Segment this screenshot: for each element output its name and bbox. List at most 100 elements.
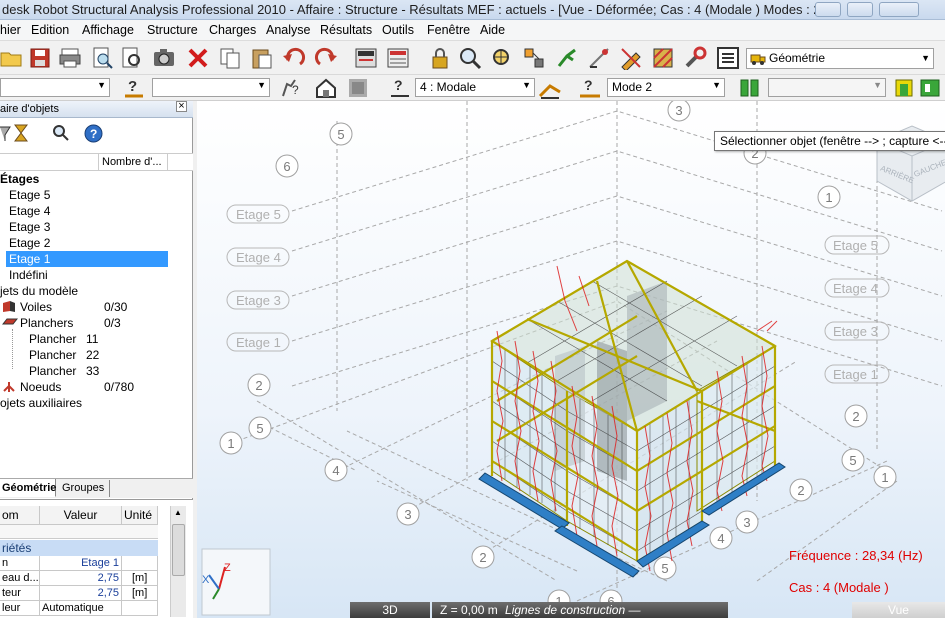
house-view-icon[interactable] bbox=[314, 76, 338, 100]
hourglass-icon[interactable] bbox=[12, 123, 30, 143]
menu-fichier[interactable]: hier bbox=[0, 23, 21, 37]
tree-node-indefini[interactable]: Indéfini bbox=[9, 268, 48, 282]
tree-node-etage2[interactable]: Etage 2 bbox=[9, 236, 50, 250]
tree-node-etage5[interactable]: Etage 5 bbox=[9, 188, 50, 202]
storey-label-right-4: Etage 4 bbox=[833, 281, 878, 296]
close-icon[interactable]: × bbox=[176, 101, 187, 112]
tab-geometrie[interactable]: Géométrie bbox=[0, 479, 56, 497]
mode-combo[interactable]: Mode 2 ▼ bbox=[607, 78, 725, 97]
slab-icon bbox=[2, 318, 18, 325]
menu-structure[interactable]: Structure bbox=[147, 23, 198, 37]
multi-view-icon[interactable] bbox=[738, 76, 762, 100]
print-icon[interactable] bbox=[58, 46, 82, 70]
query-hand-icon[interactable]: ? bbox=[278, 76, 302, 100]
column-header-count[interactable]: Nombre d'... bbox=[98, 154, 168, 171]
menu-resultats[interactable]: Résultats bbox=[320, 23, 372, 37]
menu-affichage[interactable]: Affichage bbox=[82, 23, 134, 37]
menu-aide[interactable]: Aide bbox=[480, 23, 505, 37]
section-proprietes[interactable]: riétés bbox=[0, 540, 158, 556]
view-mode-tab[interactable]: 3D bbox=[350, 602, 430, 618]
tree-node-plancher-2[interactable]: Plancher bbox=[29, 348, 76, 362]
structure-combo[interactable]: ▼ bbox=[0, 78, 110, 97]
selection-combo[interactable]: ▼ bbox=[152, 78, 270, 97]
case-combo[interactable]: 4 : Modale ▼ bbox=[415, 78, 535, 97]
undo-icon[interactable] bbox=[282, 46, 306, 70]
tree-node-etage4[interactable]: Etage 4 bbox=[9, 204, 50, 218]
chevron-down-icon: ▼ bbox=[921, 53, 930, 63]
title-bar: desk Robot Structural Analysis Professio… bbox=[0, 0, 945, 20]
zoom-window-icon[interactable] bbox=[490, 46, 514, 70]
search-icon[interactable] bbox=[52, 124, 70, 142]
zoom-icon[interactable] bbox=[458, 46, 482, 70]
tree-row-selected[interactable]: Etage 1 bbox=[6, 251, 168, 267]
copy-icon[interactable] bbox=[218, 46, 242, 70]
maximize-button[interactable] bbox=[847, 2, 873, 17]
menu-edition[interactable]: Edition bbox=[31, 23, 69, 37]
results-table-icon[interactable] bbox=[386, 46, 410, 70]
menu-outils[interactable]: Outils bbox=[382, 23, 414, 37]
tree-node-voiles[interactable]: Voiles bbox=[20, 300, 52, 314]
measure-icon[interactable] bbox=[587, 46, 611, 70]
help-icon[interactable]: ? bbox=[84, 124, 103, 143]
construction-level-bar[interactable]: Z = 0,00 m Lignes de construction — bbox=[432, 602, 728, 618]
wall-icon bbox=[3, 301, 15, 312]
col-header-unite[interactable]: Unité bbox=[122, 506, 158, 525]
structure-model-icon[interactable] bbox=[522, 46, 546, 70]
tree-node-etages[interactable]: Étages bbox=[0, 172, 39, 186]
layout-icon[interactable] bbox=[716, 46, 740, 70]
prop-value-1[interactable]: Etage 1 bbox=[40, 556, 122, 571]
delete-icon[interactable] bbox=[186, 46, 210, 70]
paste-icon[interactable] bbox=[250, 46, 274, 70]
3d-viewport[interactable]: Etage 5 Etage 4 Etage 3 Etage 1 Etage 5 … bbox=[197, 101, 945, 618]
properties-scrollbar[interactable]: ▲ bbox=[170, 506, 186, 617]
redo-icon[interactable] bbox=[314, 46, 338, 70]
lock-icon[interactable] bbox=[428, 46, 452, 70]
attribute-combo[interactable]: ▼ bbox=[768, 78, 886, 97]
print-preview-icon[interactable] bbox=[90, 46, 114, 70]
plancher-2-id: 22 bbox=[86, 348, 100, 362]
save-icon[interactable] bbox=[28, 46, 52, 70]
prop-value-3[interactable]: 2,75 bbox=[40, 586, 122, 601]
grid-view-icon[interactable] bbox=[346, 76, 370, 100]
scroll-up-icon[interactable]: ▲ bbox=[174, 508, 182, 517]
screen-capture-icon[interactable] bbox=[152, 46, 176, 70]
load-case-icon[interactable]: ? bbox=[388, 76, 412, 100]
tree-node-etage1: Etage 1 bbox=[9, 252, 51, 266]
tree-node-planchers[interactable]: Planchers bbox=[20, 316, 73, 330]
hatch-icon[interactable] bbox=[651, 46, 675, 70]
minimize-button[interactable] bbox=[815, 2, 841, 17]
tab-groupes[interactable]: Groupes bbox=[58, 480, 110, 497]
preview-icon[interactable] bbox=[120, 46, 144, 70]
color-fill-icon[interactable] bbox=[892, 76, 916, 100]
scroll-thumb[interactable] bbox=[172, 524, 185, 576]
tree-node-etage3[interactable]: Etage 3 bbox=[9, 220, 50, 234]
layout-combo[interactable]: Géométrie ▼ bbox=[746, 48, 934, 69]
edit-icon[interactable] bbox=[619, 46, 643, 70]
tree-node-plancher-3[interactable]: Plancher bbox=[29, 364, 76, 378]
open-icon[interactable] bbox=[0, 46, 24, 70]
tools-icon[interactable] bbox=[683, 46, 707, 70]
branch-icon[interactable] bbox=[555, 46, 579, 70]
model-canvas[interactable]: Etage 5 Etage 4 Etage 3 Etage 1 Etage 5 … bbox=[197, 101, 945, 618]
col-header-valeur[interactable]: Valeur bbox=[40, 506, 122, 525]
tree-node-noeuds[interactable]: Noeuds bbox=[20, 380, 61, 394]
view-button[interactable]: Vue bbox=[852, 602, 945, 618]
prop-value-4[interactable]: Automatique bbox=[40, 601, 122, 616]
prop-value-2[interactable]: 2,75 bbox=[40, 571, 122, 586]
calculator-icon[interactable] bbox=[354, 46, 378, 70]
construction-lines-label: Lignes de construction — bbox=[505, 603, 641, 617]
prop-name-1: n bbox=[0, 556, 40, 571]
col-header-nom[interactable]: om bbox=[0, 506, 40, 525]
mode-select-icon[interactable]: ? bbox=[578, 76, 602, 100]
menu-charges[interactable]: Charges bbox=[209, 23, 256, 37]
deformation-icon[interactable] bbox=[538, 76, 562, 100]
menu-fenetre[interactable]: Fenêtre bbox=[427, 23, 470, 37]
tree-node-plancher-1[interactable]: Plancher bbox=[29, 332, 76, 346]
grid-bubble-label: 5 bbox=[256, 421, 263, 436]
group-icon[interactable] bbox=[918, 76, 942, 100]
tree-node-auxiliary-objects[interactable]: ojets auxiliaires bbox=[0, 396, 82, 410]
close-window-button[interactable] bbox=[879, 2, 919, 17]
help-selection-icon[interactable]: ? bbox=[122, 76, 146, 100]
menu-analyse[interactable]: Analyse bbox=[266, 23, 310, 37]
tree-node-model-objects[interactable]: jets du modèle bbox=[0, 284, 78, 298]
